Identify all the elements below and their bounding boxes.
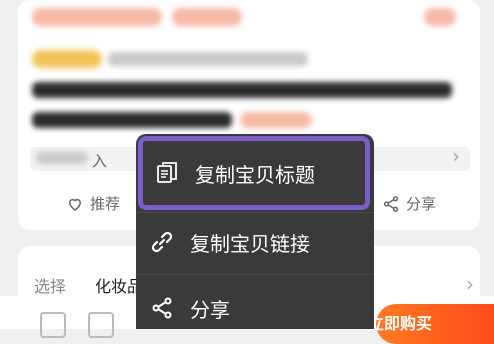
store-icon[interactable] (40, 312, 66, 338)
tag-pill (32, 50, 102, 68)
share-label: 分享 (406, 195, 437, 213)
blurred-text (36, 152, 88, 164)
share-icon (152, 297, 172, 319)
tag-pill (172, 8, 242, 26)
share-action-button[interactable]: 分享 (382, 193, 436, 214)
copy-title-menu-item[interactable]: 复制宝贝标题 (138, 136, 370, 210)
heart-icon (68, 198, 82, 211)
share-menu-label: 分享 (190, 297, 230, 322)
select-label: 选择 (34, 277, 67, 296)
recommend-button[interactable]: 推荐 (66, 193, 120, 214)
share-menu-item[interactable]: 分享 (136, 276, 374, 340)
blurred-title (32, 112, 232, 128)
link-icon (151, 231, 173, 253)
copy-icon (157, 162, 177, 183)
chevron-right-icon: › (452, 144, 460, 168)
tag-pill (240, 112, 312, 128)
blurred-text (108, 52, 308, 66)
share-icon (383, 195, 399, 212)
copy-link-menu-item[interactable]: 复制宝贝链接 (136, 210, 374, 274)
copy-title-label: 复制宝贝标题 (195, 162, 315, 187)
share-banner-text: 入 (92, 152, 108, 170)
tag-pill (424, 8, 456, 26)
copy-link-label: 复制宝贝链接 (190, 231, 310, 256)
chevron-right-icon: › (466, 272, 474, 296)
tag-pill (32, 8, 162, 26)
service-icon[interactable] (88, 312, 114, 338)
recommend-label: 推荐 (90, 195, 121, 213)
blurred-title (32, 82, 452, 98)
buy-now-label: 立即购买 (368, 314, 433, 333)
menu-divider (136, 274, 374, 275)
